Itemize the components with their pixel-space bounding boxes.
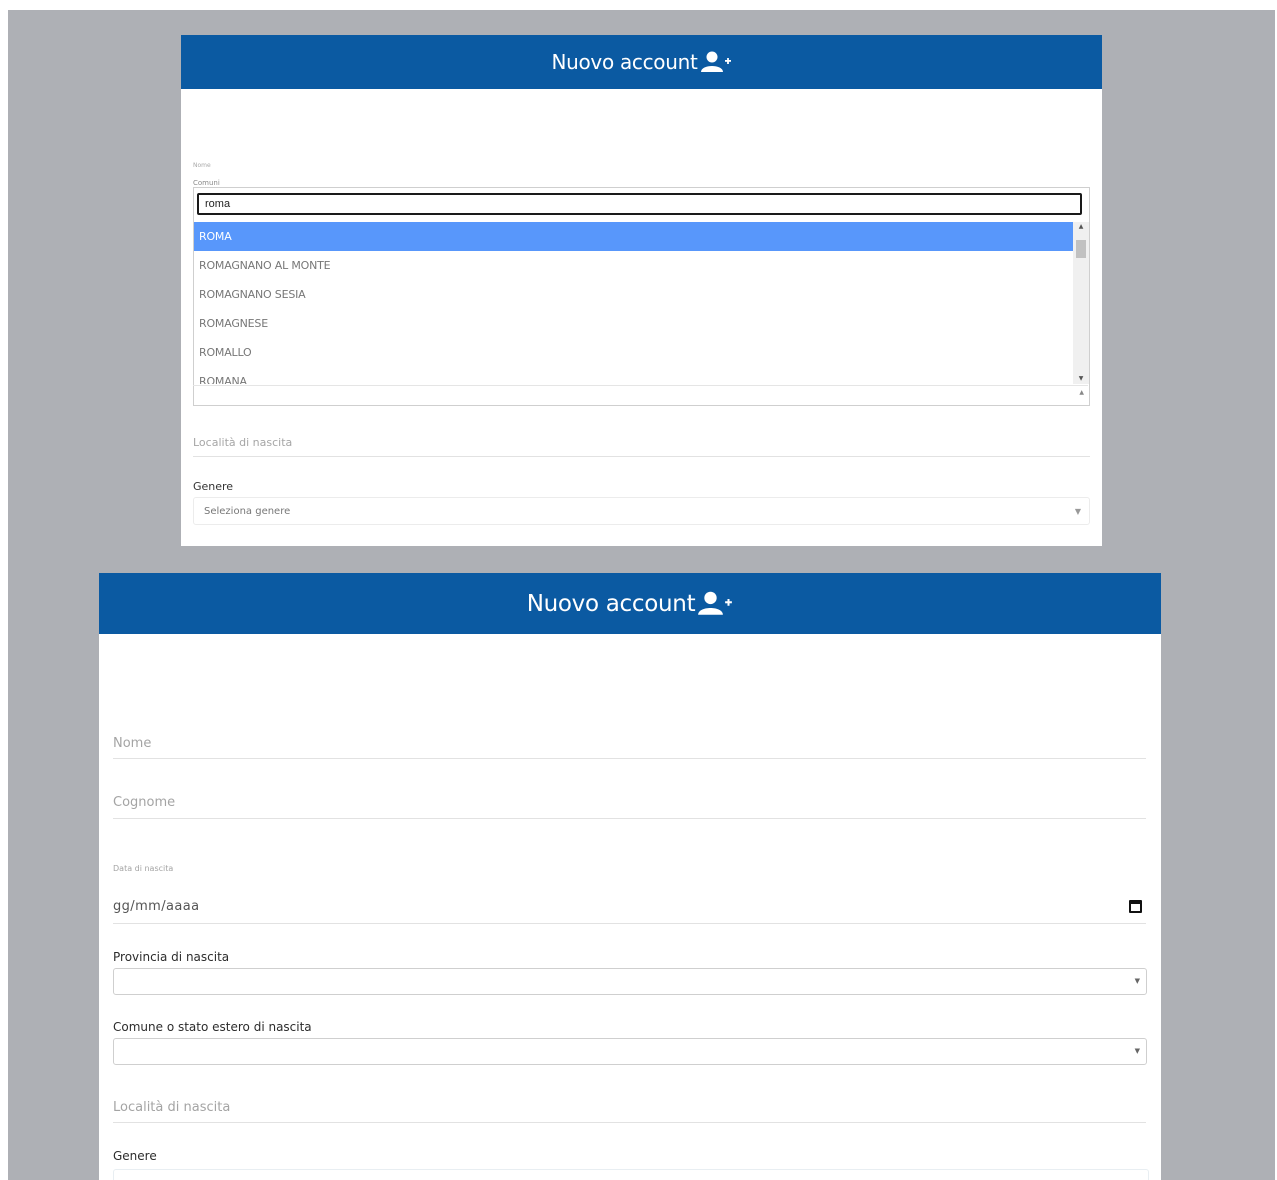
calendar-icon[interactable] (1129, 900, 1142, 913)
registration-form-top: Nuovo account Nome Comuni ROMA ROMAGNANO… (181, 35, 1102, 546)
comune-select[interactable]: ▼ (113, 1038, 1147, 1065)
dropdown-options-list: ROMA ROMAGNANO AL MONTE ROMAGNANO SESIA … (194, 222, 1073, 384)
form-header: Nuovo account (99, 573, 1161, 634)
input-underline (113, 818, 1146, 819)
user-plus-icon (700, 51, 731, 72)
registration-form-bottom: Nuovo account Nome Cognome Data di nasci… (99, 573, 1161, 1180)
data-nascita-label: Data di nascita (113, 864, 174, 873)
genere-label: Genere (113, 1149, 157, 1163)
dropdown-option[interactable]: ROMAGNANO AL MONTE (194, 251, 1073, 280)
dropdown-option[interactable]: ROMA (194, 222, 1073, 251)
user-plus-icon (698, 591, 733, 615)
scroll-down-icon[interactable]: ▼ (1073, 374, 1089, 384)
genere-select[interactable] (113, 1169, 1149, 1180)
input-underline (113, 923, 1146, 924)
chevron-down-icon: ▼ (1134, 1047, 1140, 1055)
nome-input[interactable]: Nome (113, 736, 151, 751)
data-nascita-input[interactable]: gg/mm/aaaa (113, 899, 199, 914)
dropdown-scrollbar[interactable]: ▲ ▼ (1073, 222, 1089, 384)
form-title: Nuovo account (551, 50, 698, 74)
localita-input[interactable]: Località di nascita (193, 436, 292, 449)
scrollbar-thumb[interactable] (1076, 240, 1086, 258)
input-underline (113, 758, 1146, 759)
provincia-select[interactable]: ▼ (113, 968, 1147, 995)
field-label-small-2: Comuni (193, 179, 220, 187)
cognome-input[interactable]: Cognome (113, 795, 175, 810)
select-field-under[interactable]: ▲ (193, 385, 1088, 405)
dropdown-option[interactable]: ROMAGNANO SESIA (194, 280, 1073, 309)
scroll-up-icon[interactable]: ▲ (1073, 222, 1089, 232)
form-title: Nuovo account (526, 590, 696, 617)
genere-label: Genere (193, 480, 234, 493)
dropdown-option[interactable]: ROMALLO (194, 338, 1073, 367)
input-underline (113, 1122, 1146, 1123)
form-header: Nuovo account (181, 35, 1102, 89)
dropdown-option[interactable]: ROMANA (194, 367, 1073, 384)
genere-select[interactable]: Seleziona genere ▼ (193, 497, 1090, 525)
dropdown-option[interactable]: ROMAGNESE (194, 309, 1073, 338)
dropdown-search-input[interactable] (197, 193, 1082, 215)
input-underline (193, 456, 1090, 457)
provincia-label: Provincia di nascita (113, 950, 230, 964)
comune-label: Comune o stato estero di nascita (113, 1020, 312, 1034)
chevron-down-icon: ▼ (1134, 977, 1140, 985)
localita-input[interactable]: Località di nascita (113, 1100, 230, 1115)
field-label-small: Nome (193, 162, 211, 169)
chevron-down-icon: ▼ (1074, 507, 1081, 516)
chevron-up-icon: ▲ (1079, 389, 1084, 396)
genere-select-value: Seleziona genere (204, 506, 291, 517)
